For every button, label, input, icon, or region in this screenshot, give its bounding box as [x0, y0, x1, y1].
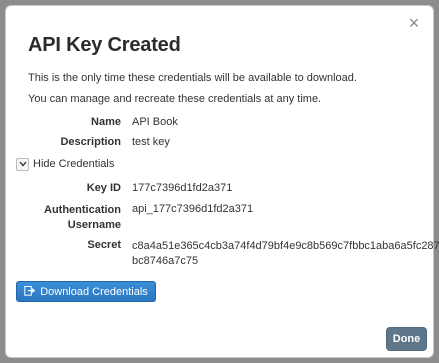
- secret-line1: c8a4a51e365c4cb3a74f4d79bf4e9c8b569c7fbb…: [132, 240, 439, 252]
- intro-text-download: This is the only time these credentials …: [28, 72, 357, 84]
- done-button[interactable]: Done: [386, 327, 427, 351]
- key-id-row: Key ID 177c7396d1fd2a371: [28, 182, 428, 196]
- description-value: test key: [132, 136, 170, 148]
- auth-label-line2: Username: [67, 219, 121, 231]
- name-label: Name: [91, 116, 121, 128]
- secret-value: c8a4a51e365c4cb3a74f4d79bf4e9c8b569c7fbb…: [132, 239, 439, 269]
- name-value: API Book: [132, 116, 178, 128]
- key-id-value: 177c7396d1fd2a371: [132, 182, 233, 194]
- auth-label-line1: Authentication: [44, 204, 121, 216]
- hide-credentials-label: Hide Credentials: [33, 158, 115, 170]
- close-icon[interactable]: ×: [405, 14, 423, 32]
- description-row: Description test key: [28, 136, 428, 150]
- api-key-created-dialog: × API Key Created This is the only time …: [5, 5, 439, 358]
- intro-text-manage: You can manage and recreate these creden…: [28, 93, 322, 105]
- description-label: Description: [60, 136, 121, 148]
- chevron-down-icon: [16, 157, 29, 171]
- auth-username-value: api_177c7396d1fd2a371: [132, 203, 254, 215]
- secret-row: Secret c8a4a51e365c4cb3a74f4d79bf4e9c8b5…: [28, 239, 439, 269]
- key-id-label: Key ID: [86, 182, 121, 194]
- dialog-title: API Key Created: [28, 34, 181, 56]
- auth-username-row: Authentication Username api_177c7396d1fd…: [28, 203, 428, 233]
- name-row: Name API Book: [28, 116, 428, 130]
- secret-line2: bc8746a7c75: [132, 255, 199, 267]
- download-credentials-label: Download Credentials: [40, 285, 148, 298]
- export-icon: [24, 285, 36, 299]
- secret-label: Secret: [87, 239, 121, 251]
- auth-username-label: Authentication Username: [28, 203, 121, 233]
- hide-credentials-toggle[interactable]: Hide Credentials: [16, 157, 114, 171]
- download-credentials-button[interactable]: Download Credentials: [16, 281, 156, 302]
